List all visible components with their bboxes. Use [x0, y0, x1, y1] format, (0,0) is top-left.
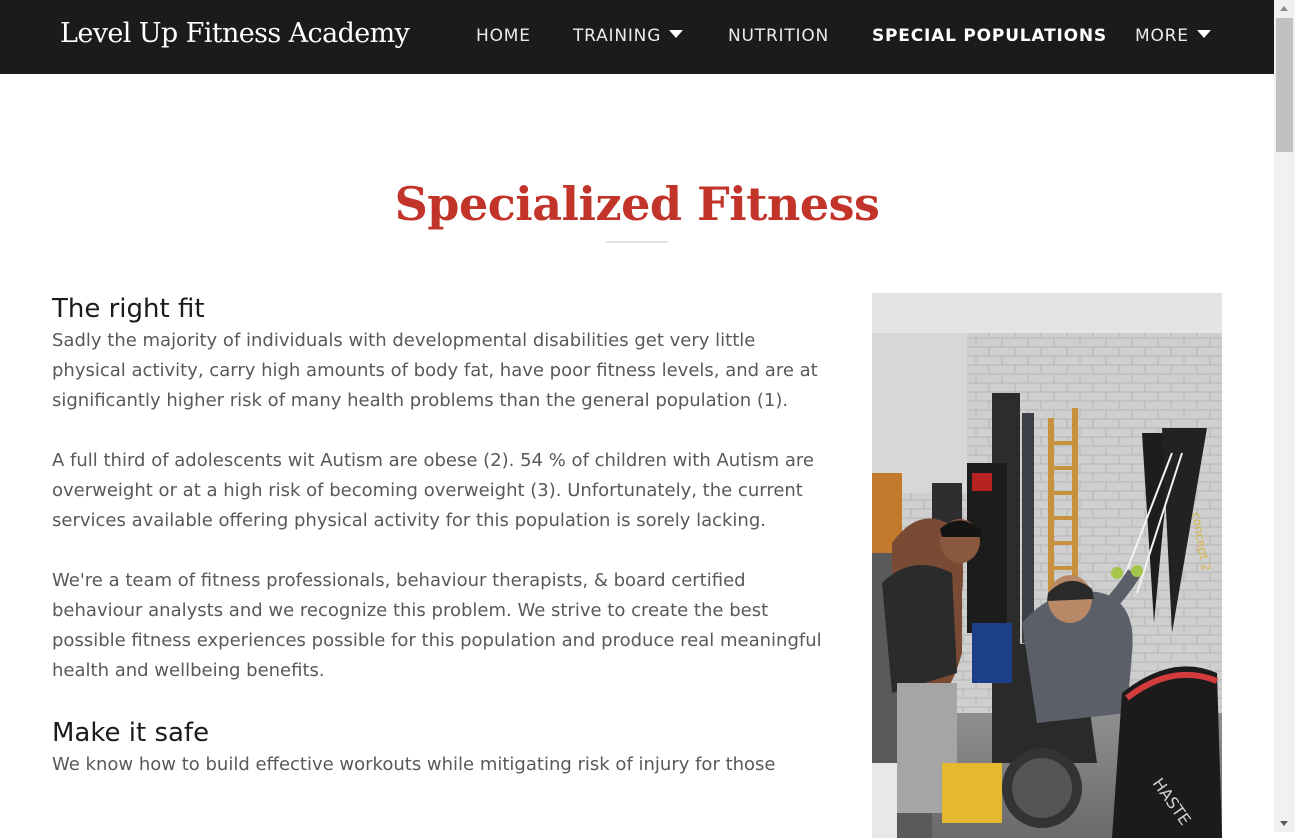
- paragraph: A full third of adolescents wit Autism a…: [52, 450, 815, 531]
- nav-home[interactable]: HOME: [476, 26, 531, 46]
- site-brand-logo[interactable]: Level Up Fitness Academy: [60, 18, 410, 49]
- scrollbar-thumb[interactable]: [1276, 18, 1293, 152]
- vertical-scrollbar[interactable]: [1274, 0, 1295, 832]
- paragraph: Sadly the majority of individuals with d…: [52, 330, 818, 411]
- caret-down-icon: [1196, 30, 1211, 38]
- paragraph: We know how to build effective workouts …: [52, 754, 776, 775]
- nav-nutrition-label: NUTRITION: [728, 26, 830, 46]
- caret-down-icon: [669, 30, 684, 38]
- nav-nutrition[interactable]: NUTRITION: [728, 26, 829, 46]
- nav-more[interactable]: MORE: [1135, 26, 1211, 46]
- nav-home-label: HOME: [476, 26, 531, 46]
- nav-training-label: TRAINING: [573, 26, 662, 46]
- section-heading-right-fit: The right fit: [52, 294, 205, 324]
- nav-special-populations-label: SPECIAL POPULATIONS: [872, 26, 1107, 46]
- site-header: Level Up Fitness Academy HOME TRAINING N…: [0, 0, 1274, 74]
- nav-more-label: MORE: [1135, 26, 1189, 46]
- scroll-up-arrow-icon[interactable]: [1280, 6, 1288, 11]
- nav-training[interactable]: TRAINING: [573, 26, 684, 46]
- title-divider: [606, 241, 668, 243]
- section-heading-make-it-safe: Make it safe: [52, 718, 210, 748]
- main-content: The right fit Sadly the majority of indi…: [52, 292, 822, 816]
- page-title: Specialized Fitness: [394, 176, 880, 231]
- scroll-down-arrow-icon[interactable]: [1280, 821, 1288, 826]
- nav-special-populations[interactable]: SPECIAL POPULATIONS: [872, 26, 1107, 46]
- paragraph: We're a team of fitness professionals, b…: [52, 570, 822, 681]
- gym-photo: concept 2 HASTE: [872, 293, 1222, 838]
